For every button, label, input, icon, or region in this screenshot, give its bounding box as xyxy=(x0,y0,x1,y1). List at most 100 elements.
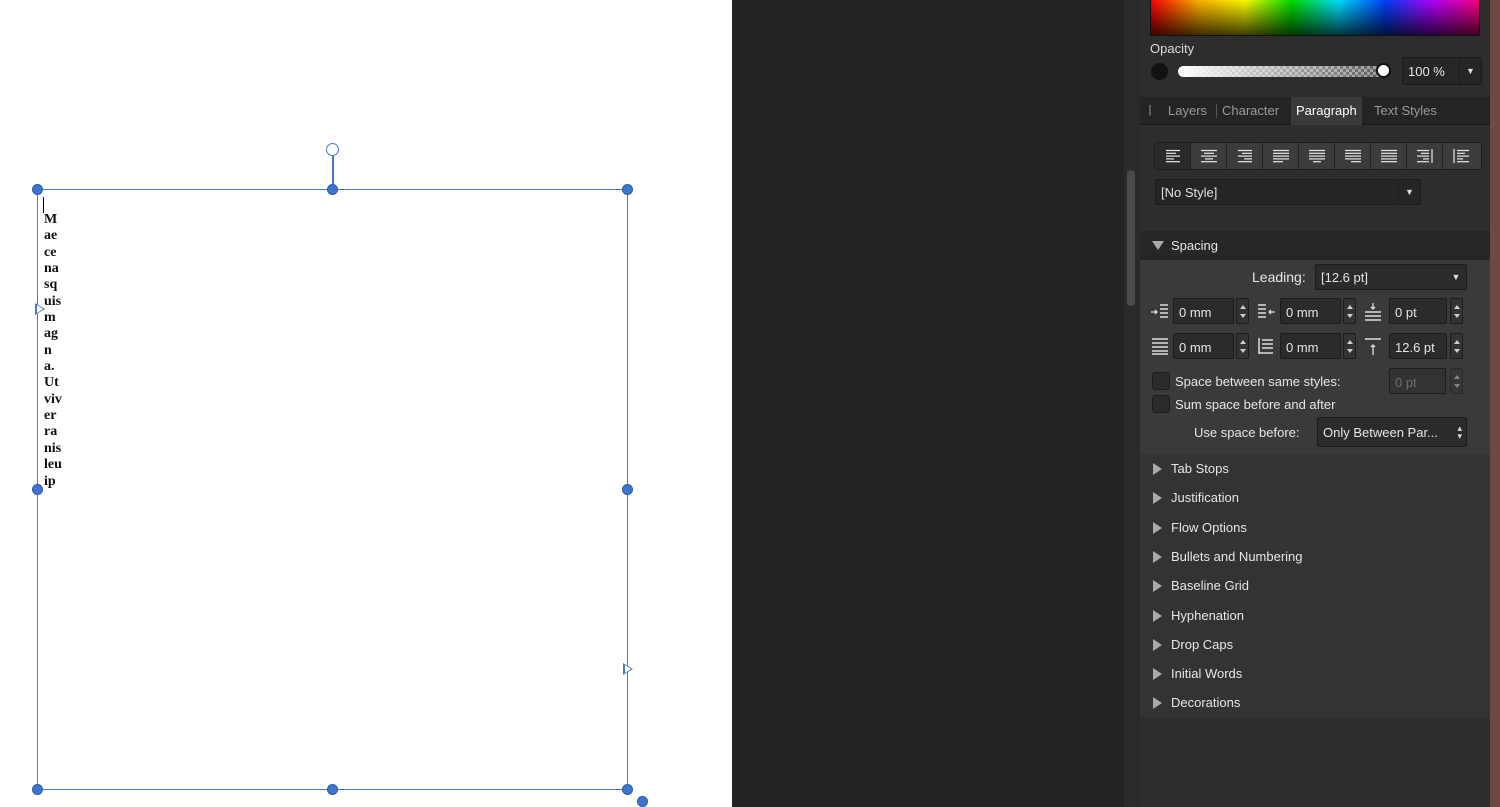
last-line-indent-stepper[interactable] xyxy=(1343,333,1356,359)
resize-handle-top-left[interactable] xyxy=(32,184,43,195)
resize-handle-bottom[interactable] xyxy=(327,784,338,795)
left-indent-field[interactable]: 0 mm xyxy=(1173,298,1234,324)
left-indent-stepper[interactable] xyxy=(1236,298,1249,324)
use-space-before-label: Use space before: xyxy=(1194,425,1300,440)
alignment-button-3[interactable] xyxy=(1227,143,1263,169)
section-hyphenation[interactable]: Hyphenation xyxy=(1140,602,1490,630)
disclosure-closed-icon xyxy=(1153,492,1162,505)
opacity-value: 100 % xyxy=(1408,64,1445,79)
resize-handle-right[interactable] xyxy=(622,484,633,495)
section-drop-caps[interactable]: Drop Caps xyxy=(1140,631,1490,659)
alignment-button-6[interactable] xyxy=(1335,143,1371,169)
justify-left-icon xyxy=(1272,149,1289,163)
tab-paragraph[interactable]: Paragraph xyxy=(1291,97,1362,125)
section-decorations[interactable]: Decorations xyxy=(1140,689,1490,717)
space-between-same-styles-checkbox[interactable] xyxy=(1152,372,1170,390)
chevron-down-icon[interactable]: ▼ xyxy=(1398,180,1420,204)
chevron-down-icon[interactable]: ▼ xyxy=(1446,265,1466,289)
align-away-from-spine-icon xyxy=(1453,149,1469,163)
panel-tabbar: || Layers Character Paragraph Text Style… xyxy=(1140,97,1490,125)
document-canvas[interactable]: Maecenasquismagna.Utviverranisleuip xyxy=(0,0,732,807)
last-line-indent-field[interactable]: 0 mm xyxy=(1280,333,1341,359)
alignment-button-1[interactable] xyxy=(1155,143,1191,169)
disclosure-closed-icon xyxy=(1153,668,1162,681)
left-indent-value: 0 mm xyxy=(1179,305,1212,320)
resize-handle-bottom-right[interactable] xyxy=(622,784,633,795)
sum-space-checkbox[interactable] xyxy=(1152,395,1170,413)
text-flow-out-icon[interactable] xyxy=(623,663,633,675)
current-color-swatch[interactable] xyxy=(1151,63,1168,80)
space-after-stepper[interactable] xyxy=(1450,333,1463,359)
space-after-field[interactable]: 12.6 pt xyxy=(1389,333,1447,359)
space-before-field[interactable]: 0 pt xyxy=(1389,298,1447,324)
select-arrows-icon: ▴ ▾ xyxy=(1457,423,1462,441)
section-justification[interactable]: Justification xyxy=(1140,484,1490,512)
opacity-slider-thumb[interactable] xyxy=(1376,63,1391,78)
space-between-same-styles-stepper[interactable] xyxy=(1450,368,1463,394)
alignment-button-5[interactable] xyxy=(1299,143,1335,169)
paragraph-style-value: [No Style] xyxy=(1161,185,1218,200)
alignment-button-9[interactable] xyxy=(1443,143,1479,169)
resize-handle-bottom-left[interactable] xyxy=(32,784,43,795)
opacity-field[interactable]: 100 % ▼ xyxy=(1402,57,1482,85)
right-indent-field[interactable]: 0 mm xyxy=(1280,298,1341,324)
section-label: Justification xyxy=(1171,490,1239,506)
space-between-same-styles-label: Space between same styles: xyxy=(1175,374,1341,389)
tab-text-styles[interactable]: Text Styles xyxy=(1369,97,1442,125)
disclosure-closed-icon xyxy=(1153,521,1162,534)
right-indent-stepper[interactable] xyxy=(1343,298,1356,324)
space-after-icon xyxy=(1365,338,1381,355)
section-initial-words[interactable]: Initial Words xyxy=(1140,660,1490,688)
opacity-slider[interactable] xyxy=(1178,66,1384,77)
vertical-scrollbar[interactable] xyxy=(1124,0,1140,807)
spacing-section-header[interactable]: Spacing xyxy=(1140,231,1490,260)
alignment-button-7[interactable] xyxy=(1371,143,1407,169)
disclosure-open-icon xyxy=(1152,241,1164,250)
space-after-value: 12.6 pt xyxy=(1395,340,1435,355)
leading-select[interactable]: [12.6 pt] ▼ xyxy=(1315,264,1467,290)
justify-all-icon xyxy=(1380,149,1397,163)
leading-value: [12.6 pt] xyxy=(1321,270,1368,285)
drag-grip-icon[interactable]: || xyxy=(1148,104,1151,116)
tab-layers[interactable]: Layers xyxy=(1163,97,1212,125)
scrollbar-thumb[interactable] xyxy=(1127,170,1135,306)
resize-handle-top-right[interactable] xyxy=(622,184,633,195)
alignment-button-4[interactable] xyxy=(1263,143,1299,169)
frame-text[interactable]: Maecenasquismagna.Utviverranisleuip xyxy=(44,212,62,490)
first-line-indent-field[interactable]: 0 mm xyxy=(1173,333,1234,359)
disclosure-closed-icon xyxy=(1153,609,1162,622)
first-line-indent-icon xyxy=(1152,338,1168,355)
paragraph-style-select[interactable]: [No Style] ▼ xyxy=(1155,179,1421,205)
spacing-section-body: Leading: [12.6 pt] ▼ 0 mm 0 mm 0 pt 0 mm… xyxy=(1140,260,1490,454)
disclosure-closed-icon xyxy=(1153,463,1162,475)
align-left-icon xyxy=(1165,149,1180,163)
text-caret xyxy=(43,197,44,213)
space-before-value: 0 pt xyxy=(1395,305,1417,320)
section-bullets-and-numbering[interactable]: Bullets and Numbering xyxy=(1140,543,1490,571)
disclosure-closed-icon xyxy=(1153,697,1162,710)
right-indent-value: 0 mm xyxy=(1286,305,1319,320)
last-line-indent-value: 0 mm xyxy=(1286,340,1319,355)
rotation-handle[interactable] xyxy=(326,143,339,156)
alignment-button-group xyxy=(1154,142,1482,170)
section-flow-options[interactable]: Flow Options xyxy=(1140,514,1490,542)
studio-panel: Opacity 100 % ▼ || Layers Character Para… xyxy=(1140,0,1490,807)
space-between-same-styles-field[interactable]: 0 pt xyxy=(1389,368,1446,394)
alignment-button-8[interactable] xyxy=(1407,143,1443,169)
section-tab-stops[interactable]: Tab Stops xyxy=(1140,455,1490,483)
overflow-handle[interactable] xyxy=(637,796,648,807)
alignment-button-2[interactable] xyxy=(1191,143,1227,169)
space-before-icon xyxy=(1365,303,1381,321)
text-frame[interactable] xyxy=(37,189,628,790)
color-spectrum[interactable] xyxy=(1150,0,1480,36)
section-baseline-grid[interactable]: Baseline Grid xyxy=(1140,572,1490,600)
resize-handle-left[interactable] xyxy=(32,484,43,495)
chevron-down-icon[interactable]: ▼ xyxy=(1459,58,1481,84)
space-before-stepper[interactable] xyxy=(1450,298,1463,324)
resize-handle-top[interactable] xyxy=(327,184,338,195)
first-line-indent-value: 0 mm xyxy=(1179,340,1212,355)
opacity-label: Opacity xyxy=(1150,41,1195,56)
first-line-indent-stepper[interactable] xyxy=(1236,333,1249,359)
use-space-before-select[interactable]: Only Between Par... ▴ ▾ xyxy=(1317,417,1467,447)
tab-character[interactable]: Character xyxy=(1217,97,1284,125)
